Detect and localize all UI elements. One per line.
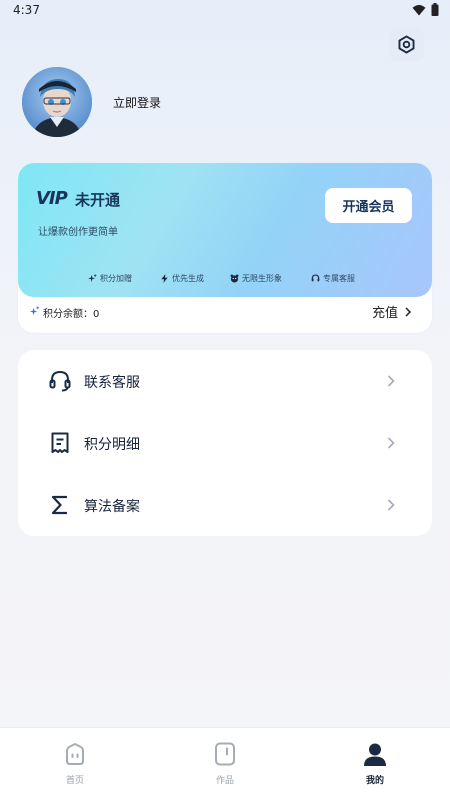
perk-label: 无限生形象 <box>242 273 282 283</box>
vip-card: VIP 未开通 让爆款创作更简单 开通会员 积分加赠 优先生成 无限生形象 专属… <box>18 163 432 333</box>
chevron-right-icon <box>387 375 395 387</box>
menu-item-points-detail[interactable]: 积分明细 <box>18 412 432 474</box>
recharge-label: 充值 <box>371 306 398 321</box>
tab-label: 首页 <box>65 776 84 786</box>
tab-label: 作品 <box>215 776 234 786</box>
headset-icon <box>49 370 71 392</box>
status-bar: 4:37 <box>0 0 450 22</box>
chevron-right-icon <box>387 499 395 511</box>
avatar-illustration <box>22 67 92 137</box>
perk-exclusive-support: 专属客服 <box>311 271 355 285</box>
perk-priority: 优先生成 <box>160 271 230 285</box>
recharge-link[interactable]: 充值 <box>372 302 412 321</box>
menu-item-label: 算法备案 <box>84 499 140 515</box>
perk-unlimited-avatars: 无限生形象 <box>230 271 311 285</box>
home-icon <box>66 743 84 765</box>
tab-works[interactable]: 作品 <box>150 728 300 800</box>
vip-tagline: 让爆款创作更简单 <box>38 227 118 238</box>
chevron-right-icon <box>387 437 395 449</box>
tab-home[interactable]: 首页 <box>0 728 150 800</box>
vip-perks: 积分加赠 优先生成 无限生形象 专属客服 <box>88 271 355 285</box>
sparkle-plus-icon <box>88 273 97 282</box>
menu-item-label: 联系客服 <box>84 375 140 391</box>
perk-bonus-points: 积分加赠 <box>88 271 160 285</box>
wifi-icon <box>412 5 426 16</box>
points-sparkle-icon <box>29 306 40 316</box>
lightning-icon <box>161 273 168 283</box>
vip-banner[interactable]: VIP 未开通 让爆款创作更简单 开通会员 积分加赠 优先生成 无限生形象 专属… <box>18 163 432 297</box>
sigma-icon <box>51 495 67 515</box>
vip-status: 未开通 <box>75 191 121 209</box>
menu-item-contact-support[interactable]: 联系客服 <box>18 350 432 412</box>
tab-label: 我的 <box>365 776 384 786</box>
menu-item-label: 积分明细 <box>84 437 140 453</box>
avatar[interactable] <box>22 67 92 137</box>
points-balance: 积分余额：0 <box>43 309 100 320</box>
chevron-right-icon <box>405 306 412 317</box>
face-icon <box>230 274 239 283</box>
open-membership-button[interactable]: 开通会员 <box>325 188 412 223</box>
login-link[interactable]: 立即登录 <box>113 94 161 111</box>
bottom-tab-bar: 首页 作品 我的 <box>0 727 450 800</box>
works-icon <box>215 742 235 766</box>
perk-label: 积分加赠 <box>100 273 132 283</box>
points-row: 积分余额：0 充值 <box>18 301 432 325</box>
menu-item-algorithm-filing[interactable]: 算法备案 <box>18 474 432 536</box>
menu-card: 联系客服 积分明细 算法备案 <box>18 350 432 536</box>
settings-button[interactable] <box>389 27 424 62</box>
receipt-icon <box>51 432 69 453</box>
settings-hexagon-icon <box>398 35 415 54</box>
status-time: 4:37 <box>13 3 40 17</box>
vip-logo: VIP <box>36 188 68 209</box>
profile-icon <box>364 743 386 766</box>
headset-small-icon <box>311 273 320 281</box>
battery-icon <box>431 3 439 16</box>
tab-mine[interactable]: 我的 <box>300 728 450 800</box>
perk-label: 优先生成 <box>172 273 204 283</box>
perk-label: 专属客服 <box>323 273 355 283</box>
